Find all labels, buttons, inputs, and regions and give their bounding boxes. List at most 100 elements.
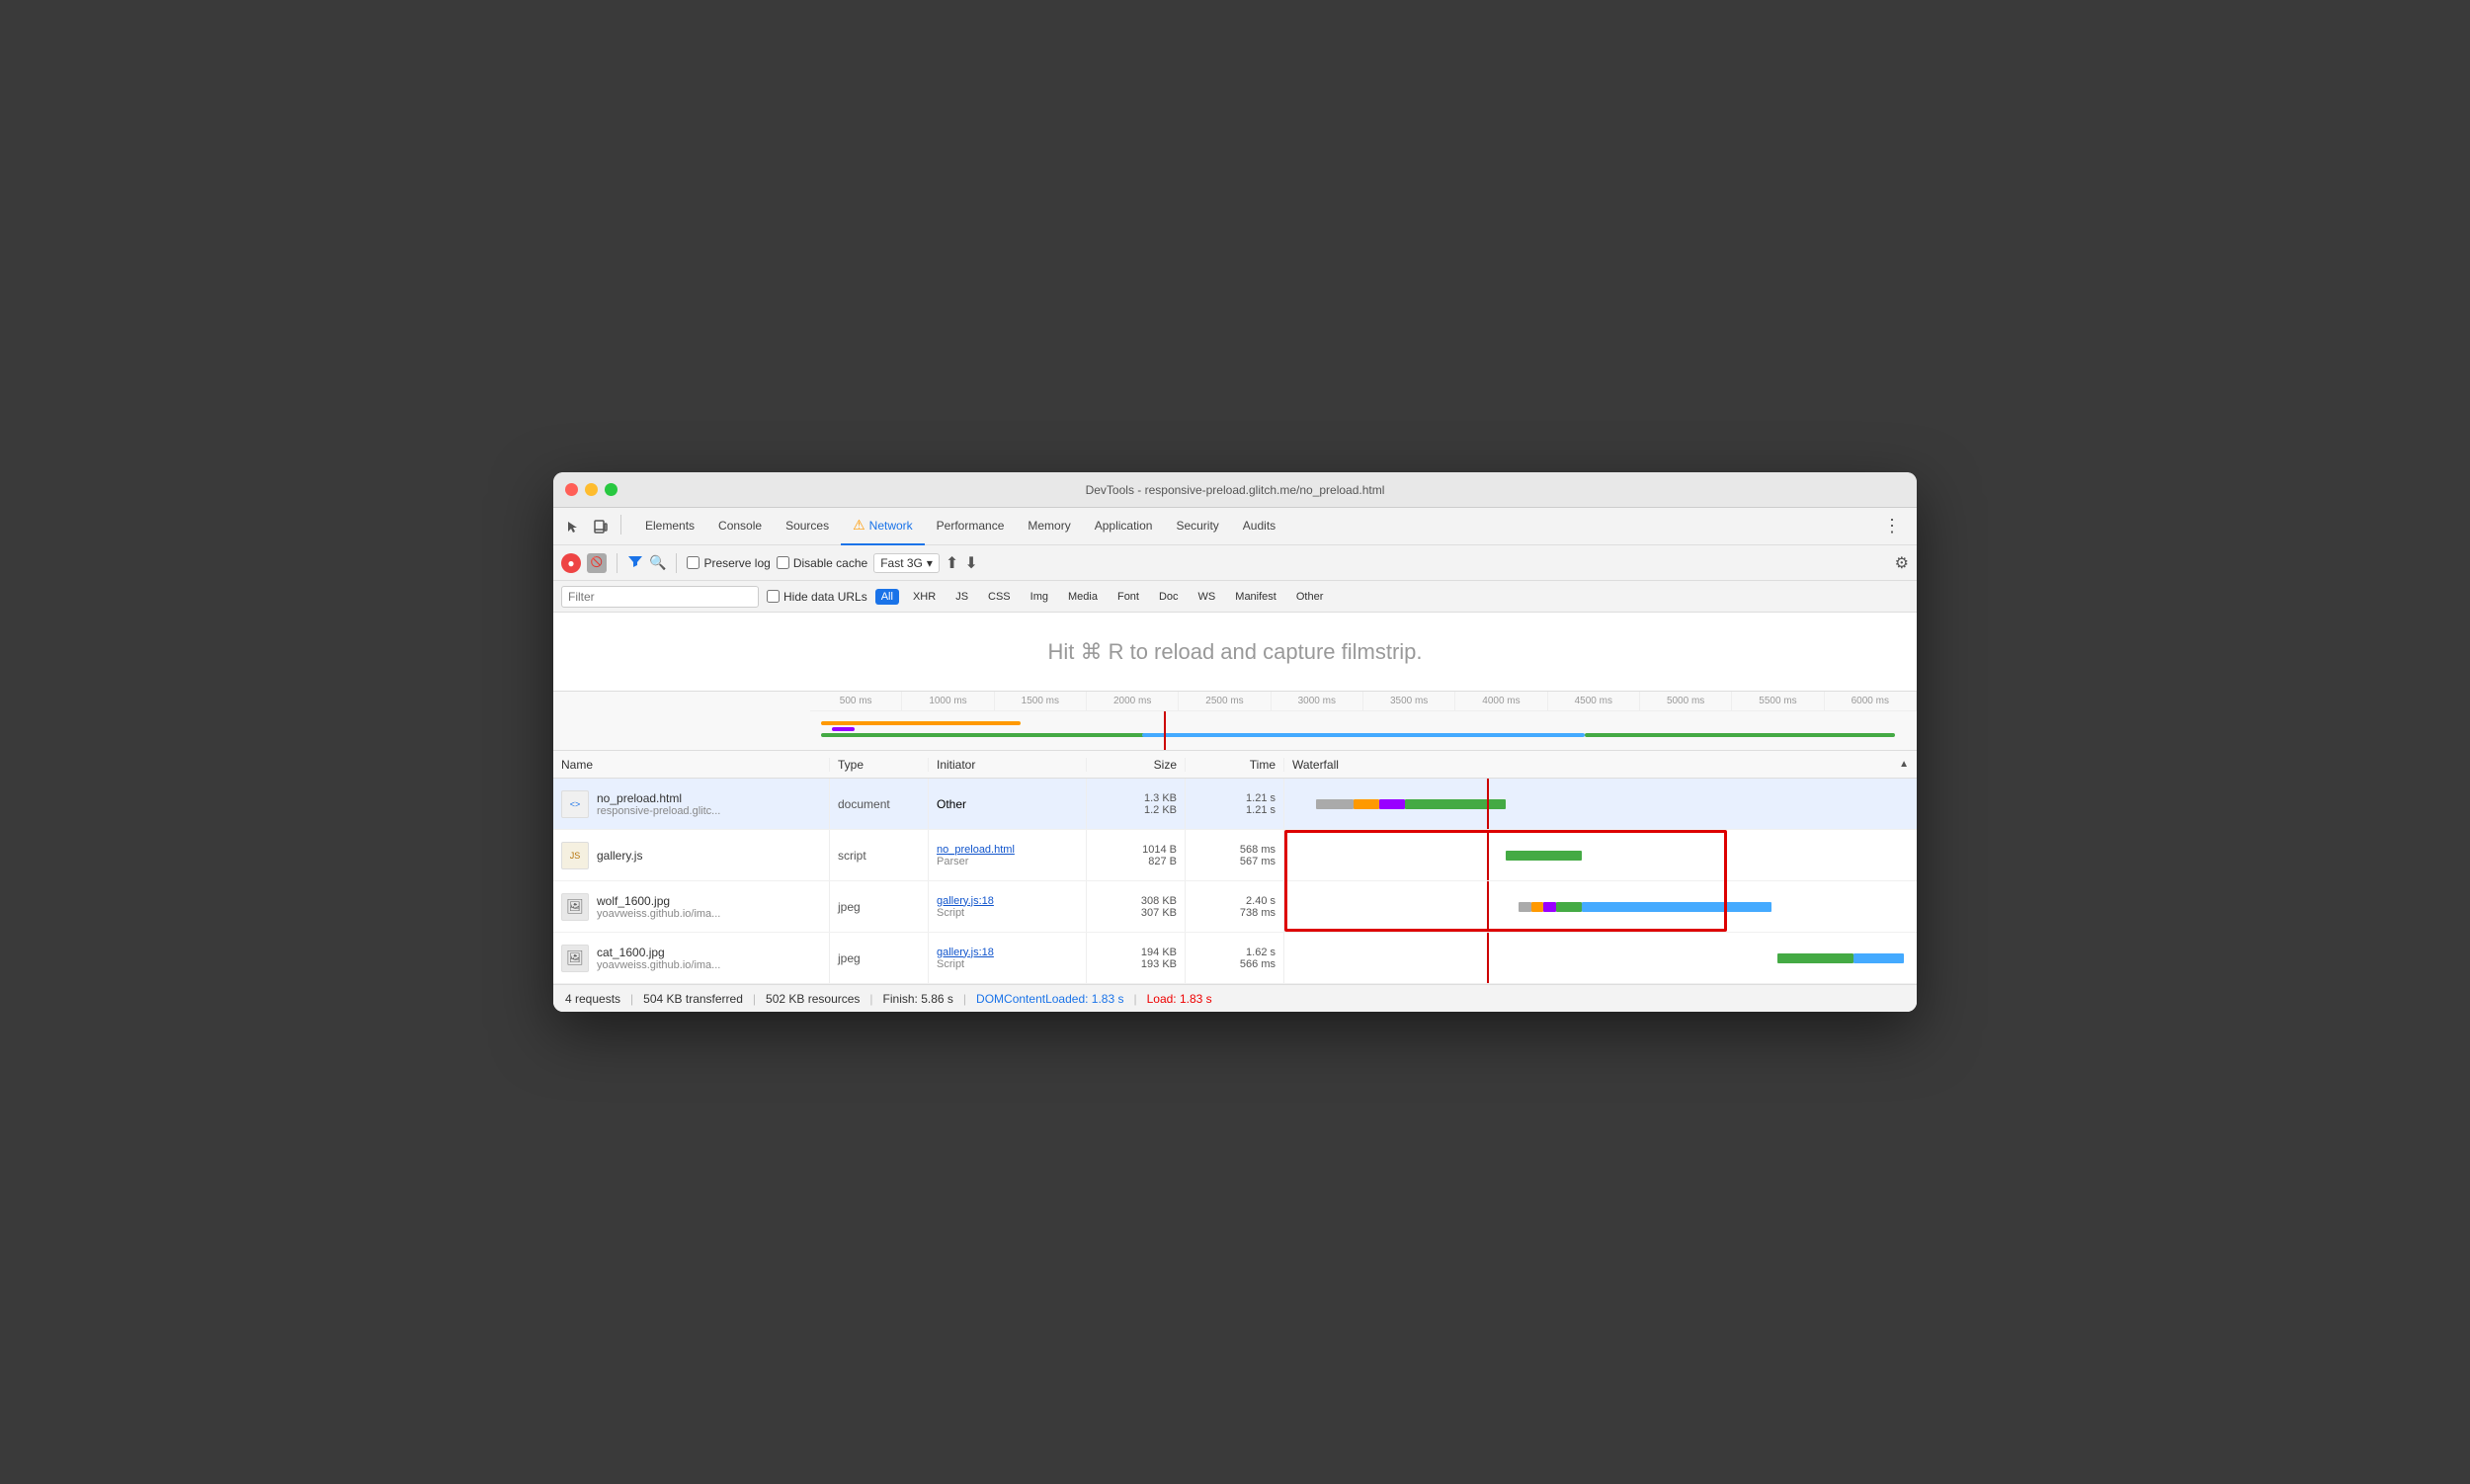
settings-button[interactable]: ⚙ <box>1895 553 1909 573</box>
status-sep-2: | <box>753 992 756 1006</box>
row-filename-3: cat_1600.jpg <box>597 946 720 959</box>
device-icon[interactable] <box>589 515 613 538</box>
download-button[interactable]: ⬇ <box>964 553 977 573</box>
wf-bar-orange <box>1354 799 1379 809</box>
close-button[interactable] <box>565 483 578 496</box>
row-name-text-2: wolf_1600.jpg yoavweiss.github.io/ima... <box>597 894 720 920</box>
tab-audits[interactable]: Audits <box>1231 508 1287 545</box>
tab-elements[interactable]: Elements <box>633 508 706 545</box>
wf-bar-green-js <box>1506 851 1582 861</box>
preserve-log-checkbox[interactable]: Preserve log <box>687 556 770 570</box>
network-throttle-select[interactable]: Fast 3G ▾ <box>873 553 940 573</box>
col-header-initiator[interactable]: Initiator <box>929 758 1087 772</box>
status-sep-1: | <box>630 992 633 1006</box>
wf-bar-blue-wolf <box>1582 902 1771 912</box>
ruler-ticks: 500 ms1000 ms1500 ms2000 ms2500 ms3000 m… <box>810 692 1917 711</box>
tab-network[interactable]: ⚠ Network <box>841 508 925 545</box>
filter-type-img[interactable]: Img <box>1025 589 1054 605</box>
nav-tabs: Elements Console Sources ⚠ Network Perfo… <box>553 508 1917 545</box>
filter-icon[interactable] <box>627 553 643 572</box>
row-name-2: 🖼 wolf_1600.jpg yoavweiss.github.io/ima.… <box>553 881 830 932</box>
clear-button[interactable]: 🚫 <box>587 553 607 573</box>
wf-vline-3 <box>1487 933 1489 983</box>
wf-vline-2 <box>1487 881 1489 932</box>
status-requests: 4 requests <box>565 992 620 1006</box>
upload-button[interactable]: ⬆ <box>946 553 958 573</box>
filter-type-media[interactable]: Media <box>1062 589 1104 605</box>
row-url-0: responsive-preload.glitc... <box>597 805 720 817</box>
row-name-text-0: no_preload.html responsive-preload.glitc… <box>597 791 720 817</box>
row-initiator-0: Other <box>929 779 1087 829</box>
ruler-tick: 3000 ms <box>1272 692 1363 710</box>
tab-sources[interactable]: Sources <box>774 508 841 545</box>
filter-type-css[interactable]: CSS <box>982 589 1017 605</box>
wf-bar-green-cat <box>1777 953 1853 963</box>
tab-application[interactable]: Application <box>1083 508 1165 545</box>
more-tabs-button[interactable]: ⋮ <box>1875 516 1909 536</box>
ruler-tick: 4000 ms <box>1455 692 1547 710</box>
filter-type-manifest[interactable]: Manifest <box>1229 589 1282 605</box>
row-time-2: 2.40 s 738 ms <box>1186 881 1284 932</box>
filter-type-js[interactable]: JS <box>949 589 974 605</box>
ruler-tick: 1500 ms <box>995 692 1087 710</box>
filter-input[interactable] <box>561 586 759 608</box>
col-header-type[interactable]: Type <box>830 758 929 772</box>
row-waterfall-1 <box>1284 830 1917 880</box>
filter-type-all[interactable]: All <box>875 589 899 605</box>
network-table: Name Type Initiator Size Time Waterfall … <box>553 751 1917 984</box>
filter-type-doc[interactable]: Doc <box>1153 589 1185 605</box>
maximize-button[interactable] <box>605 483 618 496</box>
sort-arrow-icon: ▲ <box>1899 759 1909 770</box>
network-toolbar: ● 🚫 🔍 Preserve log Disable cache Fast 3G… <box>553 545 1917 581</box>
preserve-log-input[interactable] <box>687 556 700 569</box>
filter-type-font[interactable]: Font <box>1112 589 1145 605</box>
row-type-1: script <box>830 830 929 880</box>
status-load: Load: 1.83 s <box>1147 992 1212 1006</box>
disable-cache-input[interactable] <box>777 556 789 569</box>
row-size-0: 1.3 KB 1.2 KB <box>1087 779 1186 829</box>
cursor-icon[interactable] <box>561 515 585 538</box>
row-type-2: jpeg <box>830 881 929 932</box>
minimize-button[interactable] <box>585 483 598 496</box>
toolbar-sep-2 <box>676 553 677 573</box>
col-header-waterfall[interactable]: Waterfall ▲ <box>1284 758 1917 772</box>
disable-cache-checkbox[interactable]: Disable cache <box>777 556 867 570</box>
col-header-time[interactable]: Time <box>1186 758 1284 772</box>
table-row[interactable]: <> no_preload.html responsive-preload.gl… <box>553 779 1917 830</box>
timeline-bars <box>810 711 1917 751</box>
table-header: Name Type Initiator Size Time Waterfall … <box>553 751 1917 779</box>
row-initiator-3: gallery.js:18 Script <box>929 933 1087 983</box>
ruler-tick: 3500 ms <box>1363 692 1455 710</box>
timeline-bar-green2 <box>1585 733 1895 737</box>
row-type-3: jpeg <box>830 933 929 983</box>
row-filename-1: gallery.js <box>597 849 642 863</box>
warning-icon: ⚠ <box>853 517 865 534</box>
record-button[interactable]: ● <box>561 553 581 573</box>
col-header-size[interactable]: Size <box>1087 758 1186 772</box>
row-name-text-1: gallery.js <box>597 849 642 863</box>
tab-security[interactable]: Security <box>1164 508 1230 545</box>
col-header-name[interactable]: Name <box>553 758 830 772</box>
filmstrip-area: Hit ⌘ R to reload and capture filmstrip. <box>553 613 1917 692</box>
wf-bar-gray-wolf <box>1519 902 1531 912</box>
file-icon-js: JS <box>561 842 589 869</box>
tab-performance[interactable]: Performance <box>925 508 1017 545</box>
tab-memory[interactable]: Memory <box>1016 508 1082 545</box>
filter-type-xhr[interactable]: XHR <box>907 589 942 605</box>
tab-console[interactable]: Console <box>706 508 774 545</box>
ruler-tick: 5000 ms <box>1640 692 1732 710</box>
filter-type-other[interactable]: Other <box>1290 589 1330 605</box>
row-type-0: document <box>830 779 929 829</box>
table-row[interactable]: 🖼 wolf_1600.jpg yoavweiss.github.io/ima.… <box>553 881 1917 933</box>
filmstrip-hint: Hit ⌘ R to reload and capture filmstrip. <box>1047 639 1422 665</box>
row-size-2: 308 KB 307 KB <box>1087 881 1186 932</box>
wf-bar-purple <box>1379 799 1405 809</box>
wf-bar-gray <box>1316 799 1354 809</box>
table-row[interactable]: JS gallery.js script no_preload.html Par… <box>553 830 1917 881</box>
search-icon[interactable]: 🔍 <box>649 554 666 571</box>
filter-type-ws[interactable]: WS <box>1193 589 1222 605</box>
status-bar: 4 requests | 504 KB transferred | 502 KB… <box>553 984 1917 1012</box>
table-row[interactable]: 🖼 cat_1600.jpg yoavweiss.github.io/ima..… <box>553 933 1917 984</box>
hide-data-urls-input[interactable] <box>767 590 780 603</box>
hide-data-urls-checkbox[interactable]: Hide data URLs <box>767 590 867 604</box>
